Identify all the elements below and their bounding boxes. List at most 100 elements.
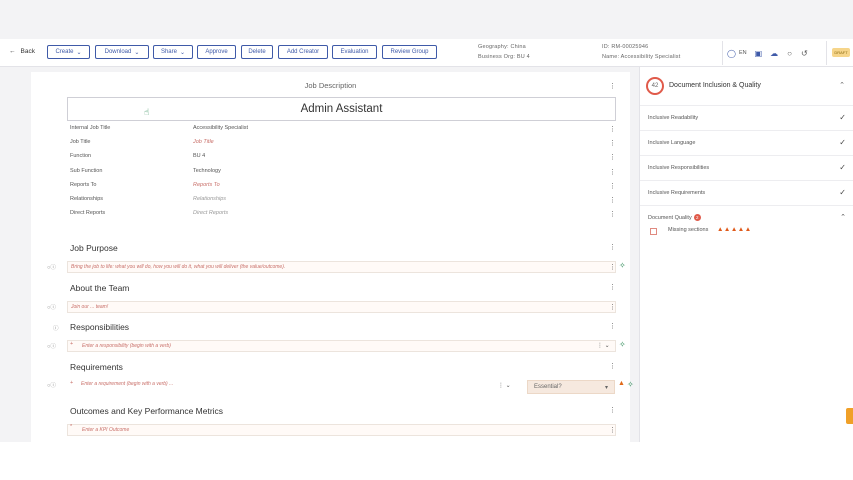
review-group-button[interactable]: Review Group <box>382 45 437 59</box>
section-title-outcomes: Outcomes and Key Performance Metrics <box>70 406 224 416</box>
field-label: Job Title <box>70 139 91 145</box>
panel-row-requirements[interactable]: Inclusive Requirements ✓ <box>640 180 853 205</box>
back-button[interactable]: ← Back <box>9 48 35 55</box>
section-title-requirements: Requirements <box>70 362 123 372</box>
geography-text: Geography: China <box>478 44 526 50</box>
cloud-upload-icon[interactable]: ☁ <box>770 49 778 58</box>
delete-button[interactable]: Delete <box>241 45 273 59</box>
missing-sections-label: Missing sections <box>668 227 709 233</box>
field-value[interactable]: Technology <box>193 168 221 174</box>
more-options-icon[interactable]: ⋮ <box>609 304 616 311</box>
panel-row-label: Inclusive Readability <box>648 115 699 121</box>
more-options-icon[interactable]: ⋮ <box>609 264 616 271</box>
magic-wand-icon[interactable]: ✧ <box>619 340 626 349</box>
download-button[interactable]: Download ⌄ <box>95 45 149 59</box>
bullet-icon: * <box>70 424 73 430</box>
field-label: Relationships <box>70 196 104 202</box>
lightbulb-icon[interactable]: ○ <box>787 49 792 58</box>
more-options-icon[interactable]: ⋮ <box>609 197 616 204</box>
approve-button[interactable]: Approve <box>197 45 236 59</box>
essential-select-value: Essential? <box>534 384 562 390</box>
more-options-icon[interactable]: ⋮ <box>609 169 616 176</box>
more-options-icon[interactable]: ⋮ <box>609 140 616 147</box>
missing-sections-checkbox[interactable] <box>650 228 657 235</box>
job-purpose-input[interactable]: Bring the job to life: what you will do,… <box>67 261 616 273</box>
magic-wand-icon[interactable]: ✧ <box>627 380 634 389</box>
panel-row-responsibilities[interactable]: Inclusive Responsibilities ✓ <box>640 155 853 180</box>
database-settings-icon[interactable]: ▣ <box>755 49 763 58</box>
chevron-down-icon: ⌄ <box>134 49 140 56</box>
lightbulb-help-icon[interactable]: ○ⓘ <box>47 263 56 271</box>
delete-label: Delete <box>248 49 266 55</box>
document-name-text: Name: Accessibility Specialist <box>602 54 681 60</box>
download-label: Download <box>104 49 132 55</box>
help-icon[interactable]: ⓘ <box>53 324 59 332</box>
field-value[interactable]: Reports To <box>193 182 220 188</box>
field-label: Direct Reports <box>70 210 106 216</box>
field-label: Internal Job Title <box>70 125 111 131</box>
field-value[interactable]: Direct Reports <box>193 210 228 216</box>
back-label: Back <box>20 48 35 55</box>
more-options-icon[interactable]: ⋮ <box>609 427 616 434</box>
about-team-input[interactable]: Join our ... team! <box>67 301 616 313</box>
page-background <box>0 442 853 480</box>
add-creator-button[interactable]: Add Creator <box>278 45 328 59</box>
more-options-icon[interactable]: ⋮ <box>609 183 616 190</box>
more-options-icon[interactable]: ⋮ <box>609 407 616 414</box>
lightbulb-help-icon[interactable]: ○ⓘ <box>47 342 56 350</box>
field-value[interactable]: Relationships <box>193 196 226 202</box>
more-options-icon[interactable]: ⋮ <box>609 244 616 251</box>
issue-count-badge: 2 <box>693 214 701 221</box>
collapse-icon[interactable]: ⌃ <box>839 81 845 89</box>
app-window: ← Back Create ⌄ Download ⌄ Share ⌄ Appro… <box>0 0 853 442</box>
reorder-icon[interactable]: ⋮ ⌄ <box>498 383 511 389</box>
warning-icon[interactable]: ▲ <box>618 380 625 387</box>
field-label: Reports To <box>70 182 97 188</box>
check-icon: ✓ <box>839 188 846 197</box>
toolbar-divider <box>826 41 827 65</box>
language-label[interactable]: EN <box>739 50 747 56</box>
field-value[interactable]: Accessibility Specialist <box>193 125 248 131</box>
warning-icon: ▲▲▲▲▲ <box>717 226 752 233</box>
history-icon[interactable]: ↺ <box>801 49 808 58</box>
panel-row-label: Inclusive Requirements <box>648 190 706 196</box>
panel-row-label: Inclusive Language <box>648 140 696 146</box>
more-options-icon[interactable]: ⋮ <box>609 323 616 330</box>
more-options-icon[interactable]: ⋮ <box>609 154 616 161</box>
more-options-icon[interactable]: ⋮ <box>609 284 616 291</box>
check-icon: ✓ <box>839 113 846 122</box>
reorder-icon[interactable]: ⋮ ⌄ <box>597 343 610 349</box>
chevron-up-icon[interactable]: ⌃ <box>840 213 846 221</box>
more-options-icon[interactable]: ⋮ <box>609 211 616 218</box>
panel-row-document-quality[interactable]: Document Quality 2 ⌃ Missing sections ▲▲▲… <box>640 205 853 241</box>
add-creator-label: Add Creator <box>286 49 320 55</box>
score-ring: 42 <box>646 77 664 95</box>
essential-select[interactable]: Essential? ▾ <box>527 380 615 394</box>
more-options-icon[interactable]: ⋮ <box>609 363 616 370</box>
more-options-icon[interactable]: ⋮ <box>609 126 616 133</box>
magic-wand-icon[interactable]: ✧ <box>619 261 626 270</box>
requirement-input[interactable]: Enter a requirement (begin with a verb) … <box>67 379 521 391</box>
document-id-text: ID: RM-00025946 <box>602 44 649 50</box>
panel-row-language[interactable]: Inclusive Language ✓ <box>640 130 853 155</box>
field-value[interactable]: BU 4 <box>193 153 205 159</box>
quality-label-wrap: Document Quality 2 <box>648 214 701 221</box>
lightbulb-help-icon[interactable]: ○ⓘ <box>47 303 56 311</box>
panel-row-readability[interactable]: Inclusive Readability ✓ <box>640 105 853 130</box>
evaluation-button[interactable]: Evaluation <box>332 45 377 59</box>
plus-icon[interactable]: + <box>70 380 73 386</box>
caret-down-icon: ▾ <box>604 384 608 391</box>
document-heading: Job Description <box>304 81 357 90</box>
globe-icon[interactable]: ◯ <box>727 49 736 58</box>
kpi-outcome-input[interactable]: Enter a KPI Outcome <box>67 424 616 436</box>
share-button[interactable]: Share ⌄ <box>153 45 193 59</box>
more-options-icon[interactable]: ⋮ <box>609 83 616 90</box>
responsibility-input[interactable]: Enter a responsibility (begin with a ver… <box>67 340 616 352</box>
business-org-text: Business Org: BU 4 <box>478 54 530 60</box>
plus-icon[interactable]: + <box>70 341 73 347</box>
field-value[interactable]: Job Title <box>193 139 214 145</box>
create-button[interactable]: Create ⌄ <box>47 45 90 59</box>
feedback-tab[interactable] <box>846 408 853 424</box>
approve-label: Approve <box>205 49 228 55</box>
lightbulb-help-icon[interactable]: ○ⓘ <box>47 381 56 389</box>
